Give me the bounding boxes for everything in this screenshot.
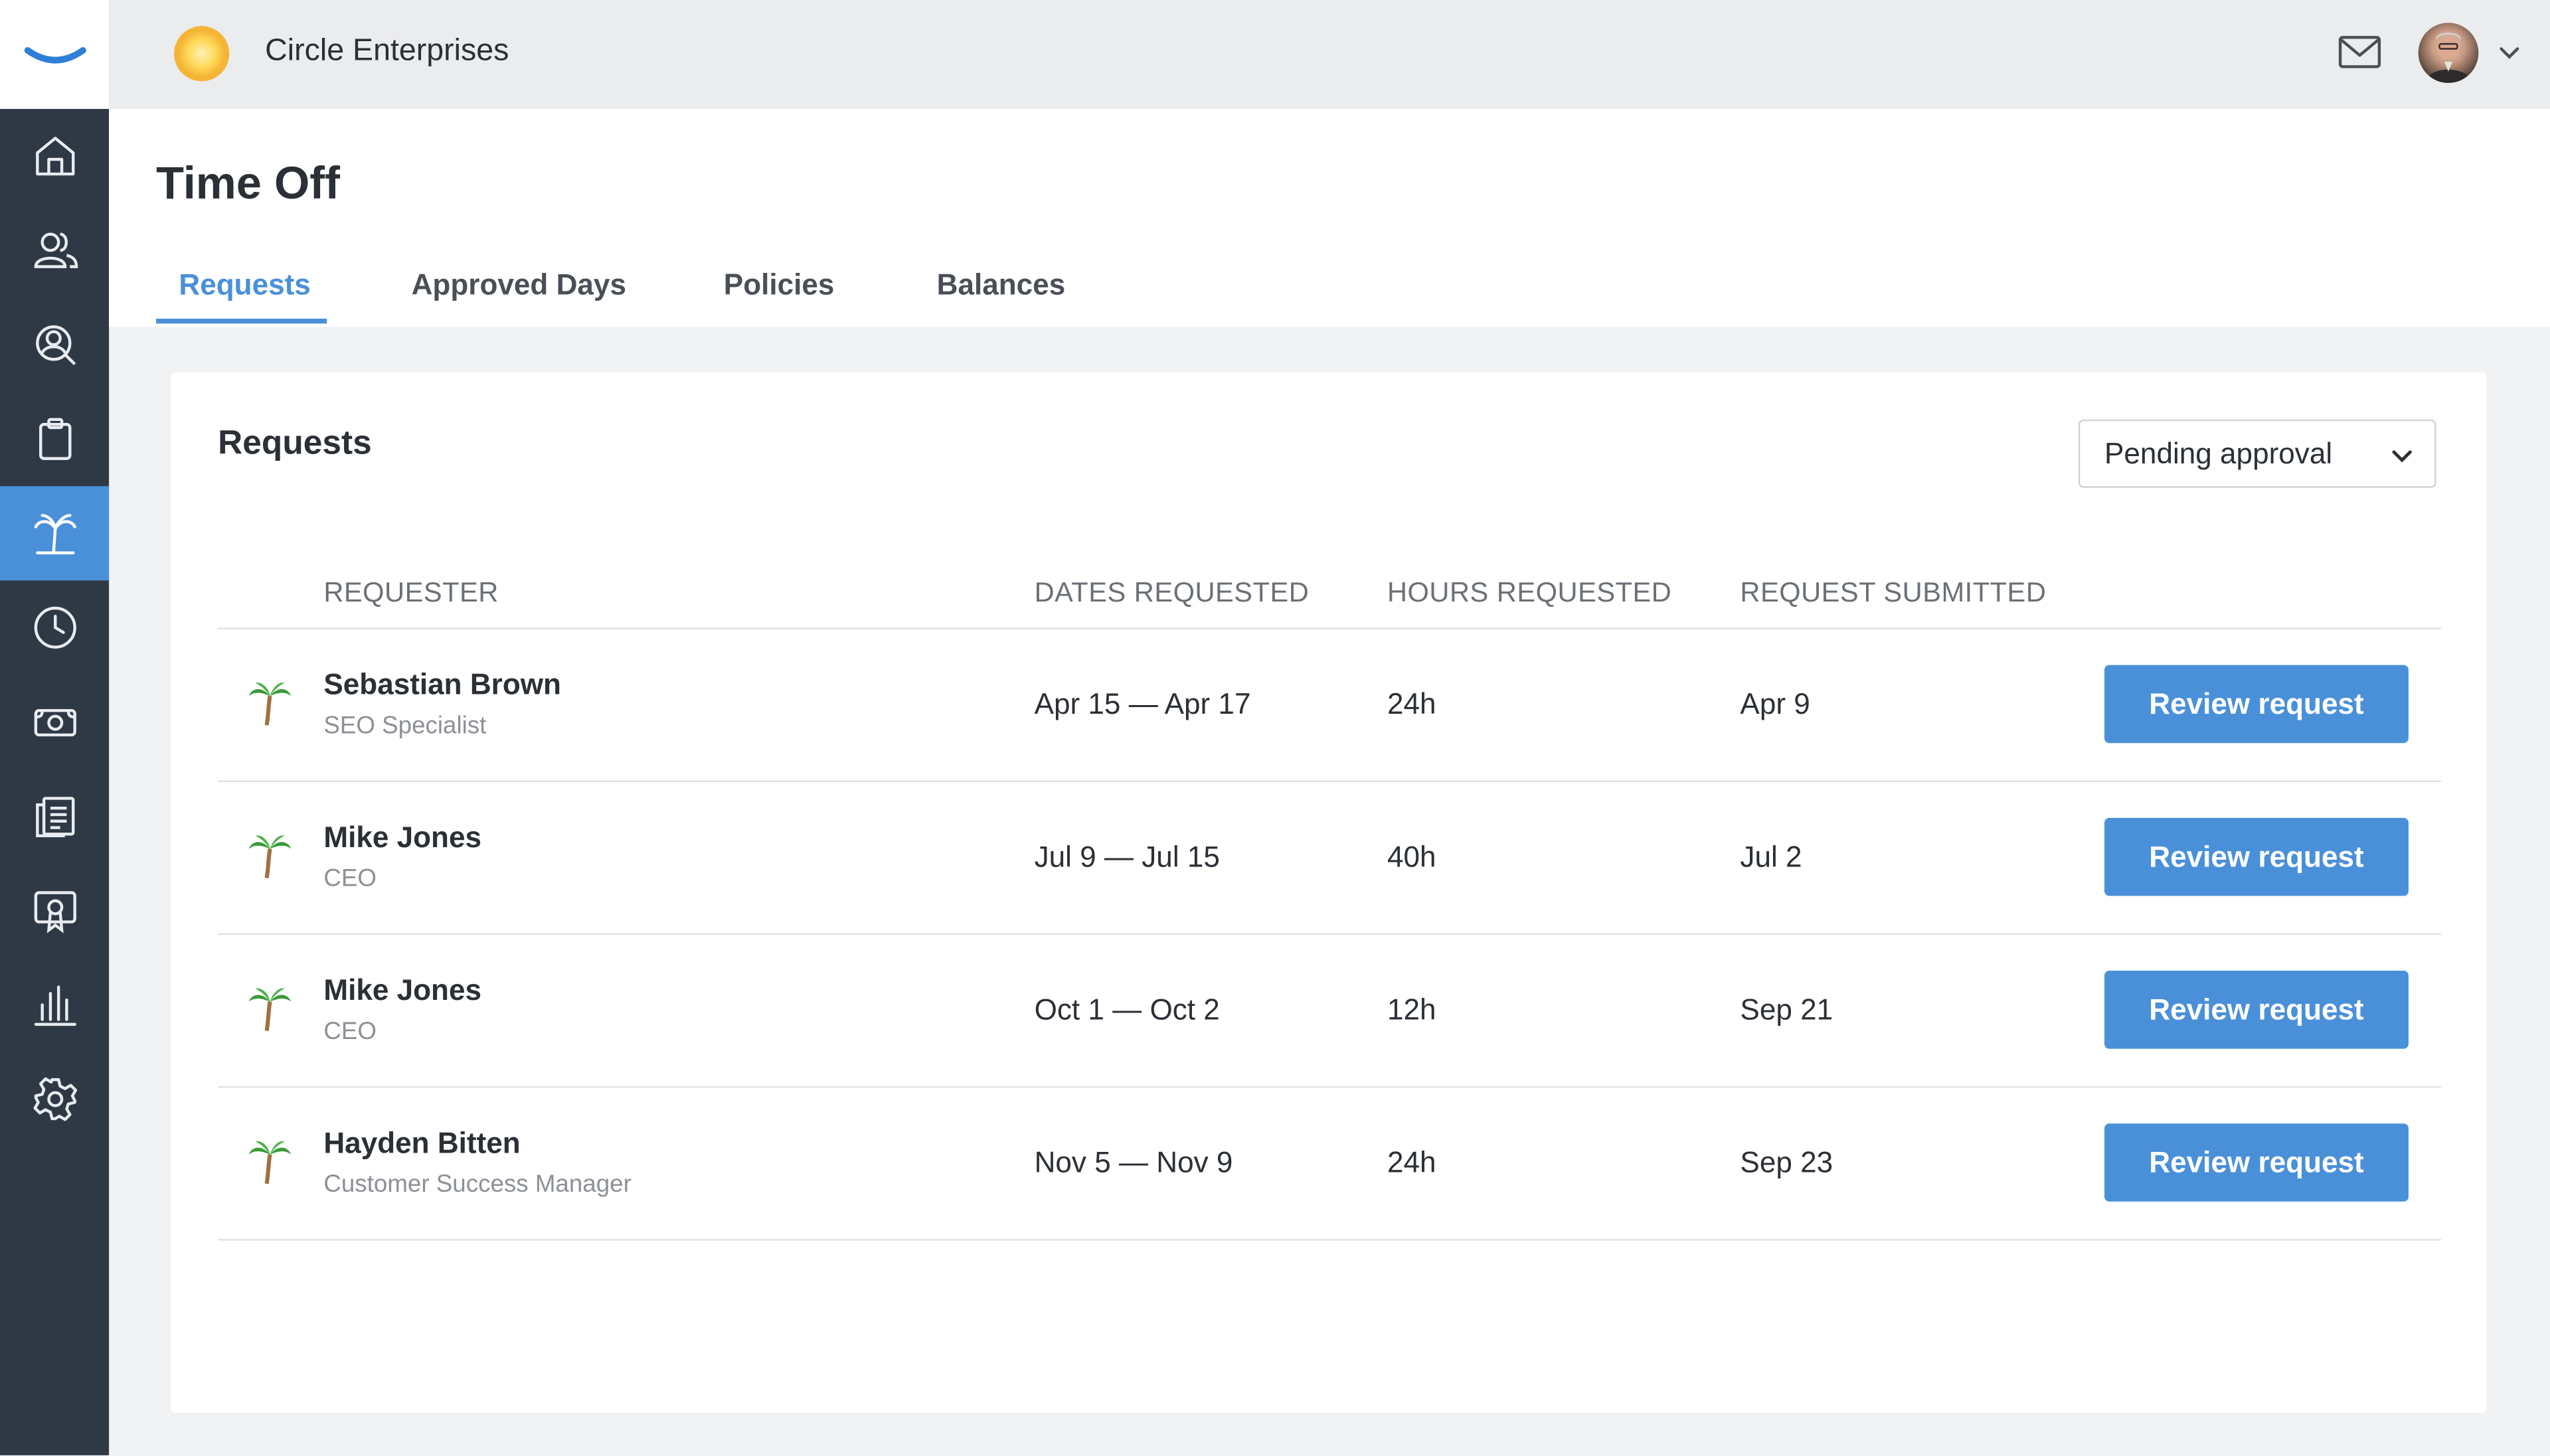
sidebar-item-payroll[interactable]: [0, 675, 109, 769]
dates-requested: Oct 1 — Oct 2: [1034, 993, 1220, 1026]
page-header: Time Off Requests Approved Days Policies…: [109, 109, 2550, 327]
clipboard-icon: [38, 418, 71, 460]
row-divider: [218, 1239, 2441, 1241]
sidebar-item-training[interactable]: [0, 863, 109, 957]
requester-name: Mike Jones: [323, 973, 482, 1007]
card-title: Requests: [218, 424, 372, 462]
column-header-dates: DATES REQUESTED: [1034, 577, 1310, 608]
clock-icon: [33, 606, 76, 649]
request-submitted: Sep 23: [1740, 1146, 1833, 1179]
avatar[interactable]: [2418, 23, 2479, 83]
requester-role: Customer Success Manager: [323, 1171, 632, 1198]
palm-tree-icon: [33, 514, 76, 554]
hours-requested: 12h: [1387, 993, 1436, 1026]
request-submitted: Apr 9: [1740, 687, 1810, 720]
status-filter-value: Pending approval: [2104, 437, 2333, 470]
requester-role: CEO: [323, 864, 377, 893]
sidebar-item-documents[interactable]: [0, 769, 109, 863]
hours-requested: 40h: [1387, 841, 1436, 874]
sidebar-item-clipboard[interactable]: [0, 392, 109, 486]
app-logo[interactable]: [0, 0, 110, 110]
request-submitted: Jul 2: [1740, 841, 1802, 874]
money-icon: [33, 709, 76, 737]
smile-arc-logo-icon: [23, 46, 86, 63]
request-submitted: Sep 21: [1740, 993, 1833, 1026]
user-search-icon: [35, 325, 75, 366]
sidebar-item-user-search[interactable]: [0, 297, 109, 392]
column-header-requester: REQUESTER: [323, 577, 499, 608]
chevron-down-icon: [2392, 450, 2412, 463]
company-name[interactable]: Circle Enterprises: [265, 34, 509, 70]
requests-card: Requests Pending approval REQUESTER DATE…: [171, 372, 2487, 1414]
user-photo-icon: [2424, 32, 2472, 83]
palm-tree-icon: [248, 683, 292, 726]
dates-requested: Nov 5 — Nov 9: [1034, 1146, 1233, 1179]
requester-name: Mike Jones: [323, 821, 482, 854]
active-tab-indicator: [156, 319, 327, 324]
sidebar-item-home[interactable]: [0, 109, 109, 203]
documents-icon: [35, 797, 74, 837]
requester-name: Hayden Bitten: [323, 1127, 521, 1160]
palm-tree-icon: [248, 835, 292, 878]
requester-role: SEO Specialist: [323, 712, 487, 740]
tab-requests[interactable]: Requests: [179, 268, 310, 302]
palm-tree-icon: [248, 988, 292, 1032]
sun-circle-logo-icon: [174, 26, 230, 82]
hours-requested: 24h: [1387, 687, 1436, 720]
hours-requested: 24h: [1387, 1146, 1436, 1179]
home-icon: [35, 136, 74, 176]
column-header-hours: HOURS REQUESTED: [1387, 577, 1672, 608]
certificate-icon: [33, 891, 76, 933]
table-row: Mike Jones CEO Oct 1 — Oct 2 12h Sep 21 …: [171, 935, 2486, 1088]
table-row: Hayden Bitten Customer Success Manager N…: [171, 1088, 2486, 1240]
review-request-button[interactable]: Review request: [2104, 971, 2409, 1049]
requester-name: Sebastian Brown: [323, 668, 561, 701]
table-row: Sebastian Brown SEO Specialist Apr 15 — …: [171, 629, 2486, 782]
tab-approved-days[interactable]: Approved Days: [412, 268, 626, 302]
page-title: Time Off: [156, 157, 340, 208]
sidebar-item-time-tracking[interactable]: [0, 580, 109, 675]
bar-chart-icon: [33, 985, 76, 1026]
people-icon: [33, 232, 78, 268]
top-bar: Circle Enterprises: [109, 0, 2550, 110]
dates-requested: Apr 15 — Apr 17: [1034, 687, 1251, 720]
review-request-button[interactable]: Review request: [2104, 665, 2409, 744]
status-filter-select[interactable]: Pending approval: [2078, 419, 2436, 488]
gear-icon: [33, 1077, 76, 1121]
tab-balances[interactable]: Balances: [937, 268, 1066, 302]
sidebar: [0, 0, 110, 1455]
chevron-down-icon[interactable]: [2496, 39, 2522, 65]
dates-requested: Jul 9 — Jul 15: [1034, 841, 1220, 874]
sidebar-item-people[interactable]: [0, 203, 109, 297]
mail-icon[interactable]: [2337, 33, 2383, 72]
table-row: Mike Jones CEO Jul 9 — Jul 15 40h Jul 2 …: [171, 782, 2486, 935]
review-request-button[interactable]: Review request: [2104, 817, 2409, 896]
sidebar-item-settings[interactable]: [0, 1052, 109, 1147]
requester-role: CEO: [323, 1018, 377, 1046]
palm-tree-icon: [248, 1141, 292, 1184]
sidebar-item-time-off[interactable]: [0, 486, 110, 581]
column-header-submitted: REQUEST SUBMITTED: [1740, 577, 2047, 608]
tab-policies[interactable]: Policies: [724, 268, 835, 302]
sidebar-item-reports[interactable]: [0, 957, 109, 1052]
review-request-button[interactable]: Review request: [2104, 1123, 2409, 1202]
